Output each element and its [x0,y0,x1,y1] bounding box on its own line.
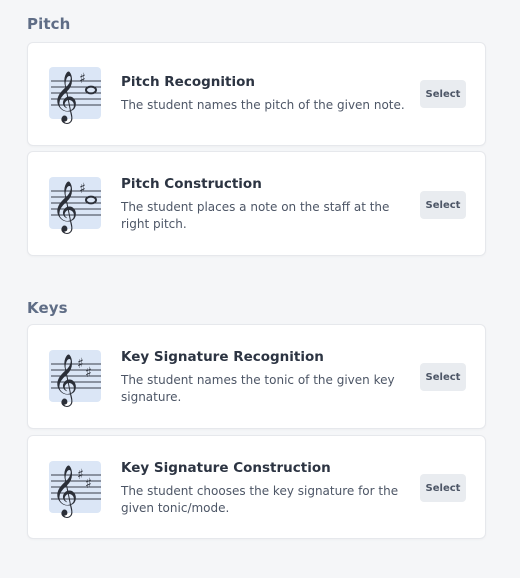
treble-clef-note-icon: 𝄞 ♯ [49,177,101,234]
card-title: Pitch Recognition [121,74,255,90]
card-title: Key Signature Construction [121,460,331,476]
svg-text:𝄞: 𝄞 [52,354,78,407]
card-title: Key Signature Recognition [121,349,324,365]
select-button[interactable]: Select [420,474,466,502]
select-button[interactable]: Select [420,363,466,391]
exercise-picker: Pitch 𝄞 ♯ Pitch Recognition The student … [0,0,520,578]
svg-text:𝄞: 𝄞 [52,71,78,124]
exercise-card-key-signature-construction: 𝄞 ♯ ♯ Key Signature Construction The stu… [27,435,486,539]
select-button[interactable]: Select [420,191,466,219]
section-heading-pitch: Pitch [27,15,71,33]
card-description: The student places a note on the staff a… [121,200,390,231]
svg-text:♯: ♯ [77,356,84,372]
card-description: The student chooses the key signature fo… [121,484,399,515]
exercise-card-pitch-recognition: 𝄞 ♯ Pitch Recognition The student names … [27,42,486,146]
svg-text:♯: ♯ [85,365,92,381]
svg-text:𝄞: 𝄞 [52,181,78,234]
card-description: The student names the tonic of the given… [121,373,395,404]
svg-text:♯: ♯ [79,71,86,87]
select-button[interactable]: Select [420,80,466,108]
card-title: Pitch Construction [121,176,262,192]
section-heading-keys: Keys [27,299,68,317]
svg-text:♯: ♯ [85,476,92,492]
svg-text:♯: ♯ [77,467,84,483]
svg-text:𝄞: 𝄞 [52,465,78,518]
card-description: The student names the pitch of the given… [121,98,405,112]
treble-clef-key-signature-icon: 𝄞 ♯ ♯ [49,350,101,407]
treble-clef-key-signature-icon: 𝄞 ♯ ♯ [49,461,101,518]
exercise-card-key-signature-recognition: 𝄞 ♯ ♯ Key Signature Recognition The stud… [27,324,486,429]
svg-text:♯: ♯ [79,181,86,197]
treble-clef-note-icon: 𝄞 ♯ [49,67,101,124]
exercise-card-pitch-construction: 𝄞 ♯ Pitch Construction The student place… [27,151,486,256]
